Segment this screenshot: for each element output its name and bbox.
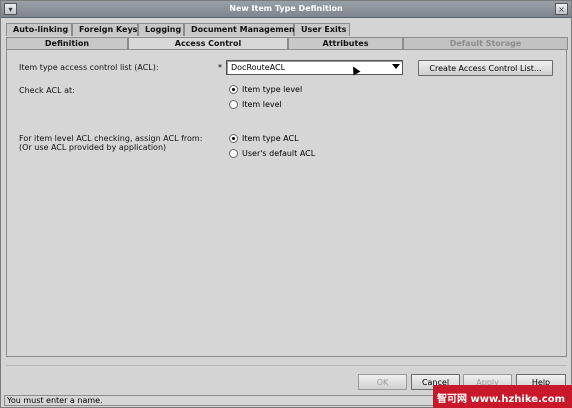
dialog-window: ▾ New Item Type Definition × Auto-linkin… [0,0,572,408]
window-title: New Item Type Definition [229,4,343,13]
tab-foreign-keys[interactable]: Foreign Keys [72,23,138,36]
radio-item-level-label: Item level [242,100,282,109]
radio-item-type-level-label: Item type level [242,85,303,94]
tab-auto-linking[interactable]: Auto-linking [6,23,72,36]
radio-selected-icon[interactable] [229,134,238,143]
radio-item-type-acl-label: Item type ACL [242,134,299,143]
radio-item-level[interactable]: Item level [229,100,282,109]
tab-row-1: Auto-linking Foreign Keys Logging Docume… [6,23,350,36]
radio-unselected-icon[interactable] [229,100,238,109]
tab-logging[interactable]: Logging [138,23,184,36]
footer-separator [6,365,567,366]
ok-button: OK [358,374,407,390]
tab-document-management[interactable]: Document Management [184,23,299,36]
acl-select-value: DocRouteACL [231,63,286,72]
title-bar[interactable]: ▾ New Item Type Definition × [1,1,571,18]
acl-label: Item type access control list (ACL): [19,63,159,72]
assign-acl-label: For item level ACL checking, assign ACL … [19,134,203,143]
access-control-panel [6,49,567,357]
radio-item-type-level[interactable]: Item type level [229,85,302,94]
required-mark: * [218,63,222,72]
dropdown-arrow-icon[interactable] [392,64,400,69]
radio-unselected-icon[interactable] [229,149,238,158]
status-bar: You must enter a name. [4,395,434,406]
tab-user-exits[interactable]: User Exits [294,23,350,36]
radio-selected-icon[interactable] [229,85,238,94]
check-acl-label: Check ACL at: [19,86,75,95]
radio-users-default-acl-label: User's default ACL [242,149,316,158]
close-icon[interactable]: × [555,3,568,15]
radio-users-default-acl[interactable]: User's default ACL [229,149,315,158]
assign-acl-note: (Or use ACL provided by application) [19,143,167,152]
create-acl-button[interactable]: Create Access Control List... [418,60,553,76]
radio-item-type-acl[interactable]: Item type ACL [229,134,299,143]
acl-select[interactable]: DocRouteACL [226,60,403,75]
watermark-logo: 智可网 www.hzhike.com [433,385,572,408]
